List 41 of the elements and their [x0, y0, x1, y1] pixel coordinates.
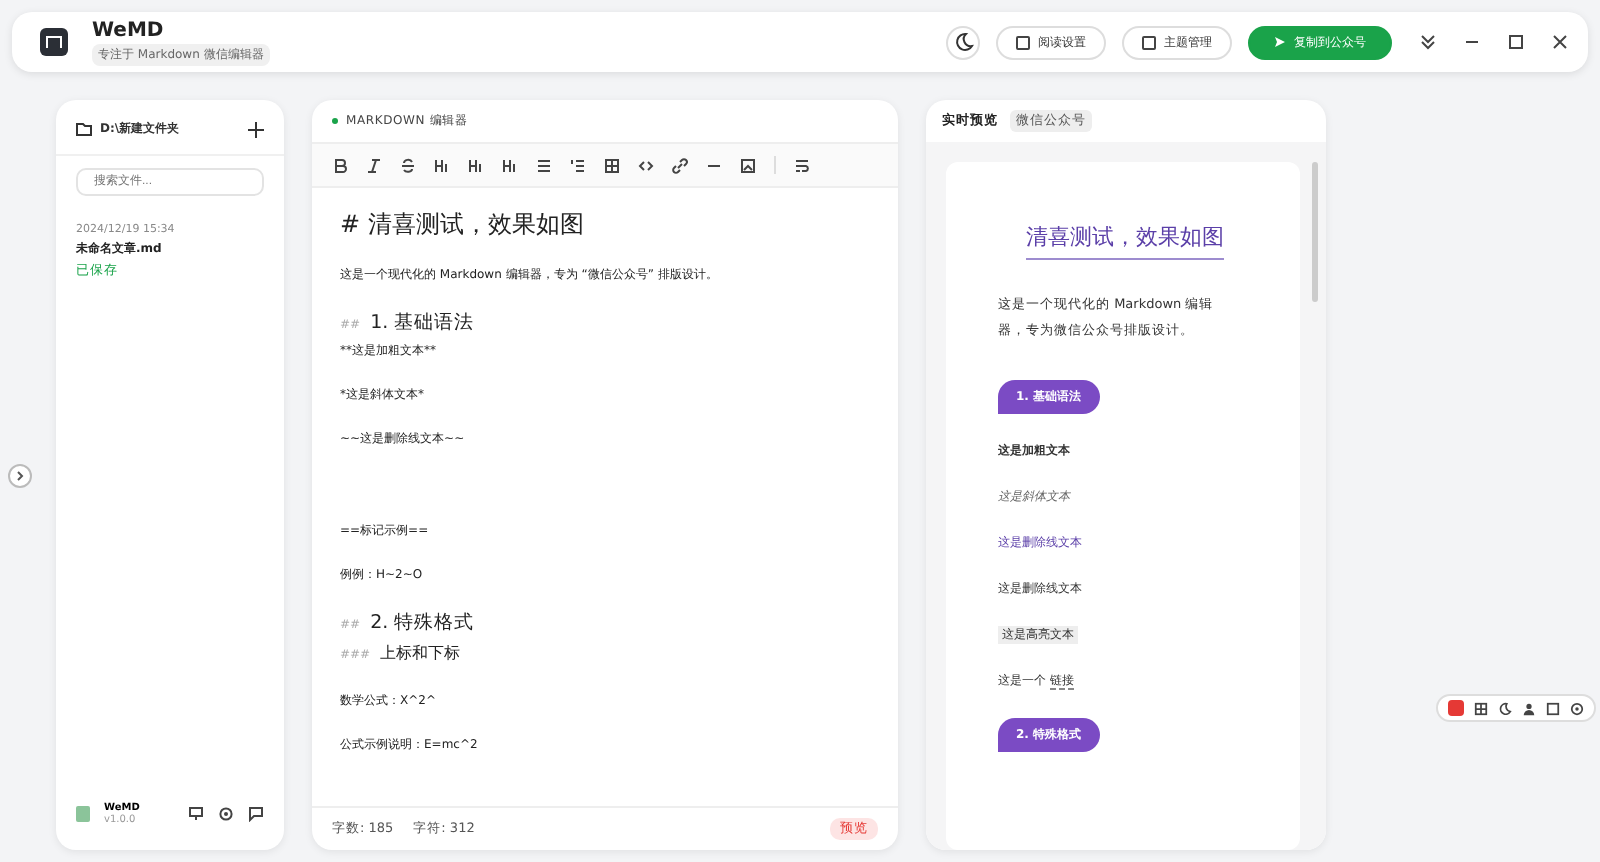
maximize-icon[interactable]: [1508, 34, 1524, 50]
add-icon[interactable]: [248, 121, 264, 137]
format-img-icon[interactable]: [740, 157, 756, 173]
monitor-icon[interactable]: [188, 806, 204, 822]
chat-icon[interactable]: [248, 806, 264, 822]
scrollbar[interactable]: [1312, 162, 1318, 302]
app-logo-icon: [40, 28, 68, 56]
format-h2-icon[interactable]: [468, 157, 484, 173]
editor-heading: 上标和下标: [380, 642, 461, 664]
moon-icon: [953, 32, 973, 52]
user-icon[interactable]: [1522, 701, 1536, 715]
folder-icon: [76, 122, 92, 136]
format-i-icon[interactable]: [366, 157, 382, 173]
editor-heading: # 清喜测试，效果如图: [340, 208, 586, 242]
format-ul-icon[interactable]: [536, 157, 552, 173]
editor-heading: 1. 基础语法: [370, 310, 475, 336]
format-code-icon[interactable]: [638, 157, 654, 173]
app-icon[interactable]: [1448, 700, 1464, 716]
format-wrap-icon[interactable]: [794, 157, 810, 173]
expand-sidebar-button[interactable]: [8, 463, 32, 487]
format-ol-icon[interactable]: [570, 157, 586, 173]
chevron-right-icon: [16, 469, 24, 481]
format-s-icon[interactable]: [400, 157, 416, 173]
format-link-icon[interactable]: [672, 157, 688, 173]
editor-heading: 2. 特殊格式: [370, 610, 475, 636]
format-h1-icon[interactable]: [434, 157, 450, 173]
settings-icon[interactable]: [1570, 701, 1584, 715]
format-b-icon[interactable]: [332, 157, 348, 173]
article-title: 清喜测试，效果如图: [1026, 222, 1224, 260]
send-icon: [1274, 36, 1286, 48]
grid-icon[interactable]: [1474, 701, 1488, 715]
theme-toggle-button[interactable]: [946, 25, 980, 59]
status-dot-icon: [332, 118, 338, 124]
format-tbl-icon[interactable]: [604, 157, 620, 173]
close-icon[interactable]: [1552, 34, 1568, 50]
app-title: WeMD: [92, 19, 166, 41]
collapse-icon[interactable]: [1420, 34, 1436, 50]
app-logo-icon: [76, 806, 90, 822]
format-h3-icon[interactable]: [502, 157, 518, 173]
moon-icon[interactable]: [1498, 701, 1512, 715]
settings-icon[interactable]: [218, 806, 234, 822]
